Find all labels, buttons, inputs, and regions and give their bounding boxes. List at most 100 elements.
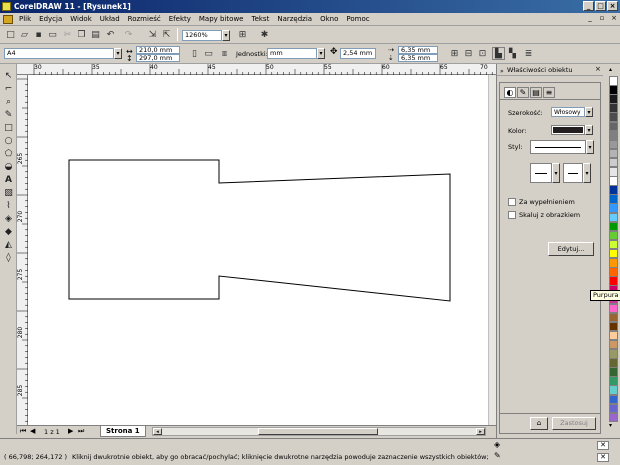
text-tool-icon[interactable]: A (2, 174, 15, 186)
outline-width-select[interactable]: Włosowy (551, 107, 585, 117)
copy-icon[interactable]: ❐ (75, 28, 88, 41)
settings-icon[interactable]: ≣ (522, 47, 535, 60)
outline-tab-icon[interactable]: ✎ (517, 87, 529, 98)
palette-scroll-up-icon[interactable]: ▴ (609, 66, 612, 73)
general-tab-icon[interactable]: ▤ (530, 87, 542, 98)
drawn-shape[interactable] (68, 159, 451, 302)
portrait-icon[interactable]: ▯ (188, 47, 201, 60)
options-icon[interactable]: ▚ (506, 47, 519, 60)
scroll-thumb[interactable] (258, 428, 378, 435)
page-width-field[interactable]: 210,0 mm (136, 46, 180, 54)
doc-minimize-button[interactable]: _ (586, 13, 594, 24)
horizontal-ruler[interactable]: 30 35 40 45 50 55 60 65 70 (17, 64, 496, 75)
nudge-distance-field[interactable]: 2,54 mm (340, 48, 376, 59)
docker-arrow-icon[interactable]: » (500, 68, 504, 75)
treat-as-filled-icon[interactable]: ▙ (492, 47, 505, 60)
new-document-icon[interactable]: □ (4, 28, 17, 41)
apply-button[interactable]: Zastosuj (552, 417, 596, 430)
cut-icon[interactable]: ✂ (61, 28, 74, 41)
save-icon[interactable]: ▪ (32, 28, 45, 41)
menu-efekty[interactable]: Efekty (165, 13, 195, 26)
shape-tool-icon[interactable]: ⌐ (2, 83, 15, 95)
maximize-button[interactable]: □ (595, 1, 606, 11)
fill-tool-icon[interactable]: ◆ (2, 226, 15, 238)
snap-to-guidelines-icon[interactable]: ⊟ (462, 47, 475, 60)
color-swatch[interactable] (609, 412, 618, 423)
menu-narzedzia[interactable]: Narzędzia (273, 13, 316, 26)
undo-icon[interactable]: ↶ (104, 28, 117, 41)
docker-close-icon[interactable]: × (595, 65, 601, 73)
drawing-canvas[interactable] (28, 75, 488, 425)
scroll-right-arrow[interactable]: ▸ (476, 428, 485, 435)
page-height-field[interactable]: 297,0 mm (136, 54, 180, 62)
menu-uklad[interactable]: Układ (96, 13, 124, 26)
snap-to-grid-icon[interactable]: ⊞ (448, 47, 461, 60)
outline-color-dropdown[interactable]: ▾ (585, 125, 593, 135)
scroll-left-arrow[interactable]: ◂ (153, 428, 162, 435)
corel-online-icon[interactable]: ✱ (258, 28, 271, 41)
vertical-scrollbar[interactable] (488, 75, 496, 425)
vertical-ruler[interactable]: 265 270 275 280 285 (17, 75, 28, 425)
menu-pomoc[interactable]: Pomoc (342, 13, 373, 26)
import-icon[interactable]: ⇲ (146, 28, 159, 41)
redo-icon[interactable]: ↷ (122, 28, 135, 41)
page-size-dropdown[interactable]: ▾ (114, 48, 122, 59)
lock-icon[interactable]: ⌂ (530, 417, 548, 430)
outline-tool-icon[interactable]: ◈ (2, 213, 15, 225)
menu-tekst[interactable]: Tekst (247, 13, 273, 26)
behind-fill-checkbox[interactable] (508, 198, 516, 206)
duplicate-y-field[interactable]: 6,35 mm (398, 54, 438, 62)
units-select[interactable]: mm (267, 48, 317, 59)
document-icon[interactable] (3, 15, 13, 24)
polygon-tool-icon[interactable]: ⬠ (2, 148, 15, 160)
menu-edycja[interactable]: Edycja (35, 13, 66, 26)
export-icon[interactable]: ⇱ (160, 28, 173, 41)
first-page-button[interactable]: ⏮ (20, 427, 26, 436)
scale-with-image-checkbox[interactable] (508, 211, 516, 219)
end-arrow-select[interactable] (563, 163, 583, 183)
open-icon[interactable]: ▱ (18, 28, 31, 41)
landscape-icon[interactable]: ▭ (202, 47, 215, 60)
rectangle-tool-icon[interactable]: □ (2, 122, 15, 134)
edit-button[interactable]: Edytuj... (548, 242, 594, 256)
interactive-blend-tool-icon[interactable]: ▧ (2, 187, 15, 199)
doc-close-button[interactable]: × (610, 13, 618, 24)
page-size-select[interactable]: A4 (4, 48, 114, 59)
last-page-button[interactable]: ⏭ (78, 427, 84, 436)
menu-okno[interactable]: Okno (316, 13, 342, 26)
start-arrow-select[interactable] (530, 163, 552, 183)
application-launcher-icon[interactable]: ⊞ (236, 28, 249, 41)
doc-restore-button[interactable]: ▫ (598, 13, 606, 24)
units-dropdown[interactable]: ▾ (317, 48, 325, 59)
horizontal-scrollbar[interactable]: ◂ ▸ (152, 427, 486, 436)
mesh-fill-tool-icon[interactable]: ◊ (2, 252, 15, 264)
close-button[interactable]: × (607, 1, 618, 11)
menu-widok[interactable]: Widok (66, 13, 96, 26)
menu-mapy-bitowe[interactable]: Mapy bitowe (195, 13, 248, 26)
minimize-button[interactable]: _ (583, 1, 594, 11)
start-arrow-dropdown[interactable]: ▾ (552, 163, 560, 183)
zoom-dropdown[interactable]: ▾ (222, 30, 230, 41)
paste-icon[interactable]: ▤ (89, 28, 102, 41)
print-icon[interactable]: ▭ (46, 28, 59, 41)
fill-tab-icon[interactable]: ◐ (504, 87, 516, 98)
fill-none-swatch[interactable]: ✕ (597, 441, 609, 450)
menu-rozmiesc[interactable]: Rozmieść (124, 13, 165, 26)
snap-to-objects-icon[interactable]: ⊡ (476, 47, 489, 60)
pick-tool-icon[interactable]: ↖ (2, 70, 15, 82)
page-tab-strona-1[interactable]: Strona 1 (100, 426, 146, 437)
interactive-fill-tool-icon[interactable]: ◭ (2, 239, 15, 251)
ellipse-tool-icon[interactable]: ○ (2, 135, 15, 147)
outline-width-dropdown[interactable]: ▾ (585, 107, 593, 117)
facing-pages-icon[interactable]: ▥ (218, 47, 231, 60)
detail-tab-icon[interactable]: ≡ (543, 87, 555, 98)
app-icon[interactable] (2, 2, 11, 11)
next-page-button[interactable]: ▶ (68, 427, 73, 435)
outline-color-picker[interactable] (551, 125, 585, 135)
outline-none-swatch[interactable]: ✕ (597, 453, 609, 462)
freehand-tool-icon[interactable]: ✎ (2, 109, 15, 121)
prev-page-button[interactable]: ◀ (30, 427, 35, 435)
palette-scroll-down-icon[interactable]: ▾ (609, 422, 612, 429)
line-style-select[interactable] (530, 140, 586, 154)
end-arrow-dropdown[interactable]: ▾ (583, 163, 591, 183)
